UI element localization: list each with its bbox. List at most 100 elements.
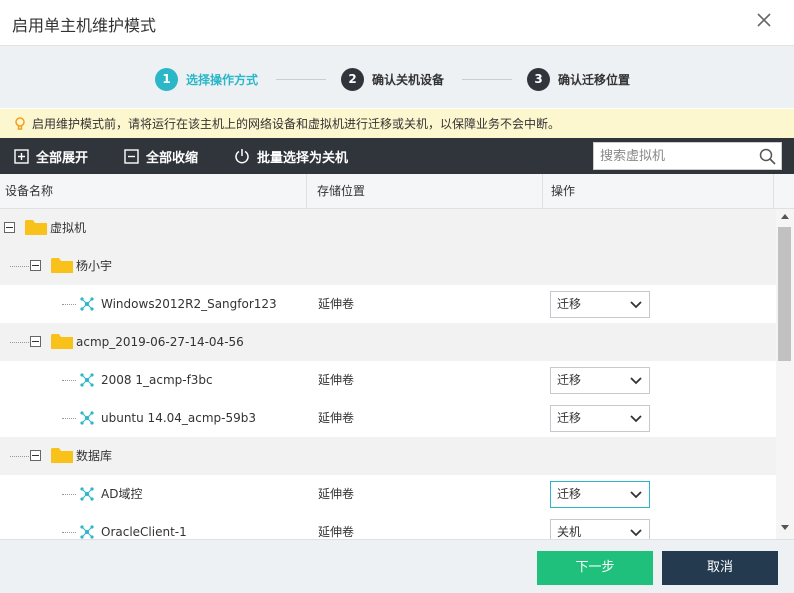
chevron-down-icon xyxy=(630,377,642,385)
batch-shutdown-button[interactable]: 批量选择为关机 xyxy=(234,146,348,166)
table-row[interactable]: OracleClient-1 延伸卷 关机 xyxy=(0,513,776,539)
chevron-down-icon xyxy=(630,529,642,537)
group-name: 杨小宇 xyxy=(76,259,113,273)
warning-notice: 启用维护模式前，请将运行在该主机上的网络设备和虚拟机进行迁移或关机，以保障业务不… xyxy=(0,109,794,138)
collapse-icon xyxy=(124,148,139,164)
tree-group-row[interactable]: 数据库 xyxy=(0,437,776,475)
chevron-down-icon xyxy=(630,301,642,309)
tree-line xyxy=(10,456,29,457)
storage-location: 延伸卷 xyxy=(318,525,355,539)
tree-group-row[interactable]: 杨小宇 xyxy=(0,247,776,285)
table-header: 设备名称 存储位置 操作 xyxy=(0,174,794,209)
lightbulb-icon xyxy=(15,116,25,130)
device-tree-table: 虚拟机 杨小宇 Windows2012R2_Sangfor123 延伸卷 迁移 xyxy=(0,209,776,539)
wizard-steps: 1 选择操作方式 2 确认关机设备 3 确认迁移位置 xyxy=(0,46,794,108)
close-icon[interactable] xyxy=(752,10,776,34)
notice-text: 启用维护模式前，请将运行在该主机上的网络设备和虚拟机进行迁移或关机，以保障业务不… xyxy=(32,117,561,131)
action-select[interactable]: 迁移 xyxy=(550,405,650,432)
tree-group-row[interactable]: acmp_2019-06-27-14-04-56 xyxy=(0,323,776,361)
dialog-title: 启用单主机维护模式 xyxy=(12,16,157,35)
step-2-label: 确认关机设备 xyxy=(372,72,445,87)
step-3: 3 确认迁移位置 xyxy=(527,67,630,91)
folder-icon xyxy=(51,334,73,349)
tree-line xyxy=(62,304,76,305)
action-value: 迁移 xyxy=(557,373,582,387)
storage-location: 延伸卷 xyxy=(318,373,355,387)
tree-line xyxy=(62,380,76,381)
action-value: 迁移 xyxy=(557,411,582,425)
table-row[interactable]: Windows2012R2_Sangfor123 延伸卷 迁移 xyxy=(0,285,776,323)
storage-location: 延伸卷 xyxy=(318,487,355,501)
expand-icon xyxy=(14,148,29,164)
step-1-number: 1 xyxy=(155,67,178,91)
vm-icon xyxy=(80,411,94,425)
step-2-number: 2 xyxy=(341,67,364,91)
chevron-down-icon xyxy=(630,415,642,423)
step-3-label: 确认迁移位置 xyxy=(558,72,631,87)
column-divider xyxy=(306,174,307,209)
column-divider xyxy=(542,174,543,209)
vm-name: AD域控 xyxy=(101,487,143,501)
vm-name: 2008 1_acmp-f3bc xyxy=(101,373,213,387)
folder-icon xyxy=(51,448,73,463)
expand-all-button[interactable]: 全部展开 xyxy=(14,146,88,166)
column-header-storage[interactable]: 存储位置 xyxy=(312,174,542,209)
tree-group-row[interactable]: 虚拟机 xyxy=(0,209,776,247)
collapse-toggle-icon[interactable] xyxy=(30,260,41,271)
search-icon[interactable] xyxy=(759,148,776,165)
group-name: 数据库 xyxy=(76,449,113,463)
action-value: 关机 xyxy=(557,525,582,539)
batch-shutdown-label: 批量选择为关机 xyxy=(257,150,349,166)
chevron-down-icon xyxy=(630,491,642,499)
group-name: acmp_2019-06-27-14-04-56 xyxy=(76,335,244,349)
step-1-label: 选择操作方式 xyxy=(186,72,259,87)
tree-line xyxy=(62,532,76,533)
tree-line xyxy=(62,418,76,419)
column-header-action[interactable]: 操作 xyxy=(546,174,772,209)
collapse-toggle-icon[interactable] xyxy=(4,222,15,233)
collapse-toggle-icon[interactable] xyxy=(30,336,41,347)
folder-icon xyxy=(25,220,47,235)
table-row[interactable]: 2008 1_acmp-f3bc 延伸卷 迁移 xyxy=(0,361,776,399)
cancel-button[interactable]: 取消 xyxy=(662,551,778,585)
collapse-toggle-icon[interactable] xyxy=(30,450,41,461)
table-row[interactable]: ubuntu 14.04_acmp-59b3 延伸卷 迁移 xyxy=(0,399,776,437)
step-3-number: 3 xyxy=(527,67,550,91)
vm-name: Windows2012R2_Sangfor123 xyxy=(101,297,277,311)
action-value: 迁移 xyxy=(557,297,582,311)
storage-location: 延伸卷 xyxy=(318,297,355,311)
toolbar: 全部展开 全部收缩 批量选择为关机 xyxy=(0,138,794,174)
power-icon xyxy=(235,149,249,164)
column-divider xyxy=(773,174,774,209)
action-select[interactable]: 迁移 xyxy=(550,367,650,394)
action-value: 迁移 xyxy=(557,487,582,501)
vm-icon xyxy=(80,487,94,501)
group-name: 虚拟机 xyxy=(50,221,87,235)
scroll-up-icon[interactable] xyxy=(781,213,789,219)
vertical-scrollbar[interactable] xyxy=(776,209,794,539)
vm-icon xyxy=(80,525,94,539)
collapse-all-label: 全部收缩 xyxy=(146,150,199,166)
step-2: 2 确认关机设备 xyxy=(341,67,444,91)
next-button[interactable]: 下一步 xyxy=(537,551,653,585)
search-box xyxy=(593,142,782,170)
tree-line xyxy=(10,342,29,343)
collapse-all-button[interactable]: 全部收缩 xyxy=(124,146,198,166)
search-input[interactable] xyxy=(594,143,752,169)
tree-line xyxy=(62,494,76,495)
scrollbar-thumb[interactable] xyxy=(778,227,791,361)
vm-icon xyxy=(80,373,94,387)
action-select[interactable]: 关机 xyxy=(550,519,650,539)
scroll-down-icon[interactable] xyxy=(781,525,789,531)
action-select[interactable]: 迁移 xyxy=(550,481,650,508)
action-select[interactable]: 迁移 xyxy=(550,291,650,318)
expand-all-label: 全部展开 xyxy=(36,150,89,166)
table-row[interactable]: AD域控 延伸卷 迁移 xyxy=(0,475,776,513)
step-connector xyxy=(276,79,326,80)
column-header-name[interactable]: 设备名称 xyxy=(0,174,306,209)
step-connector xyxy=(462,79,512,80)
storage-location: 延伸卷 xyxy=(318,411,355,425)
tree-line xyxy=(10,266,29,267)
vm-name: ubuntu 14.04_acmp-59b3 xyxy=(101,411,257,425)
dialog-titlebar: 启用单主机维护模式 xyxy=(0,0,794,46)
